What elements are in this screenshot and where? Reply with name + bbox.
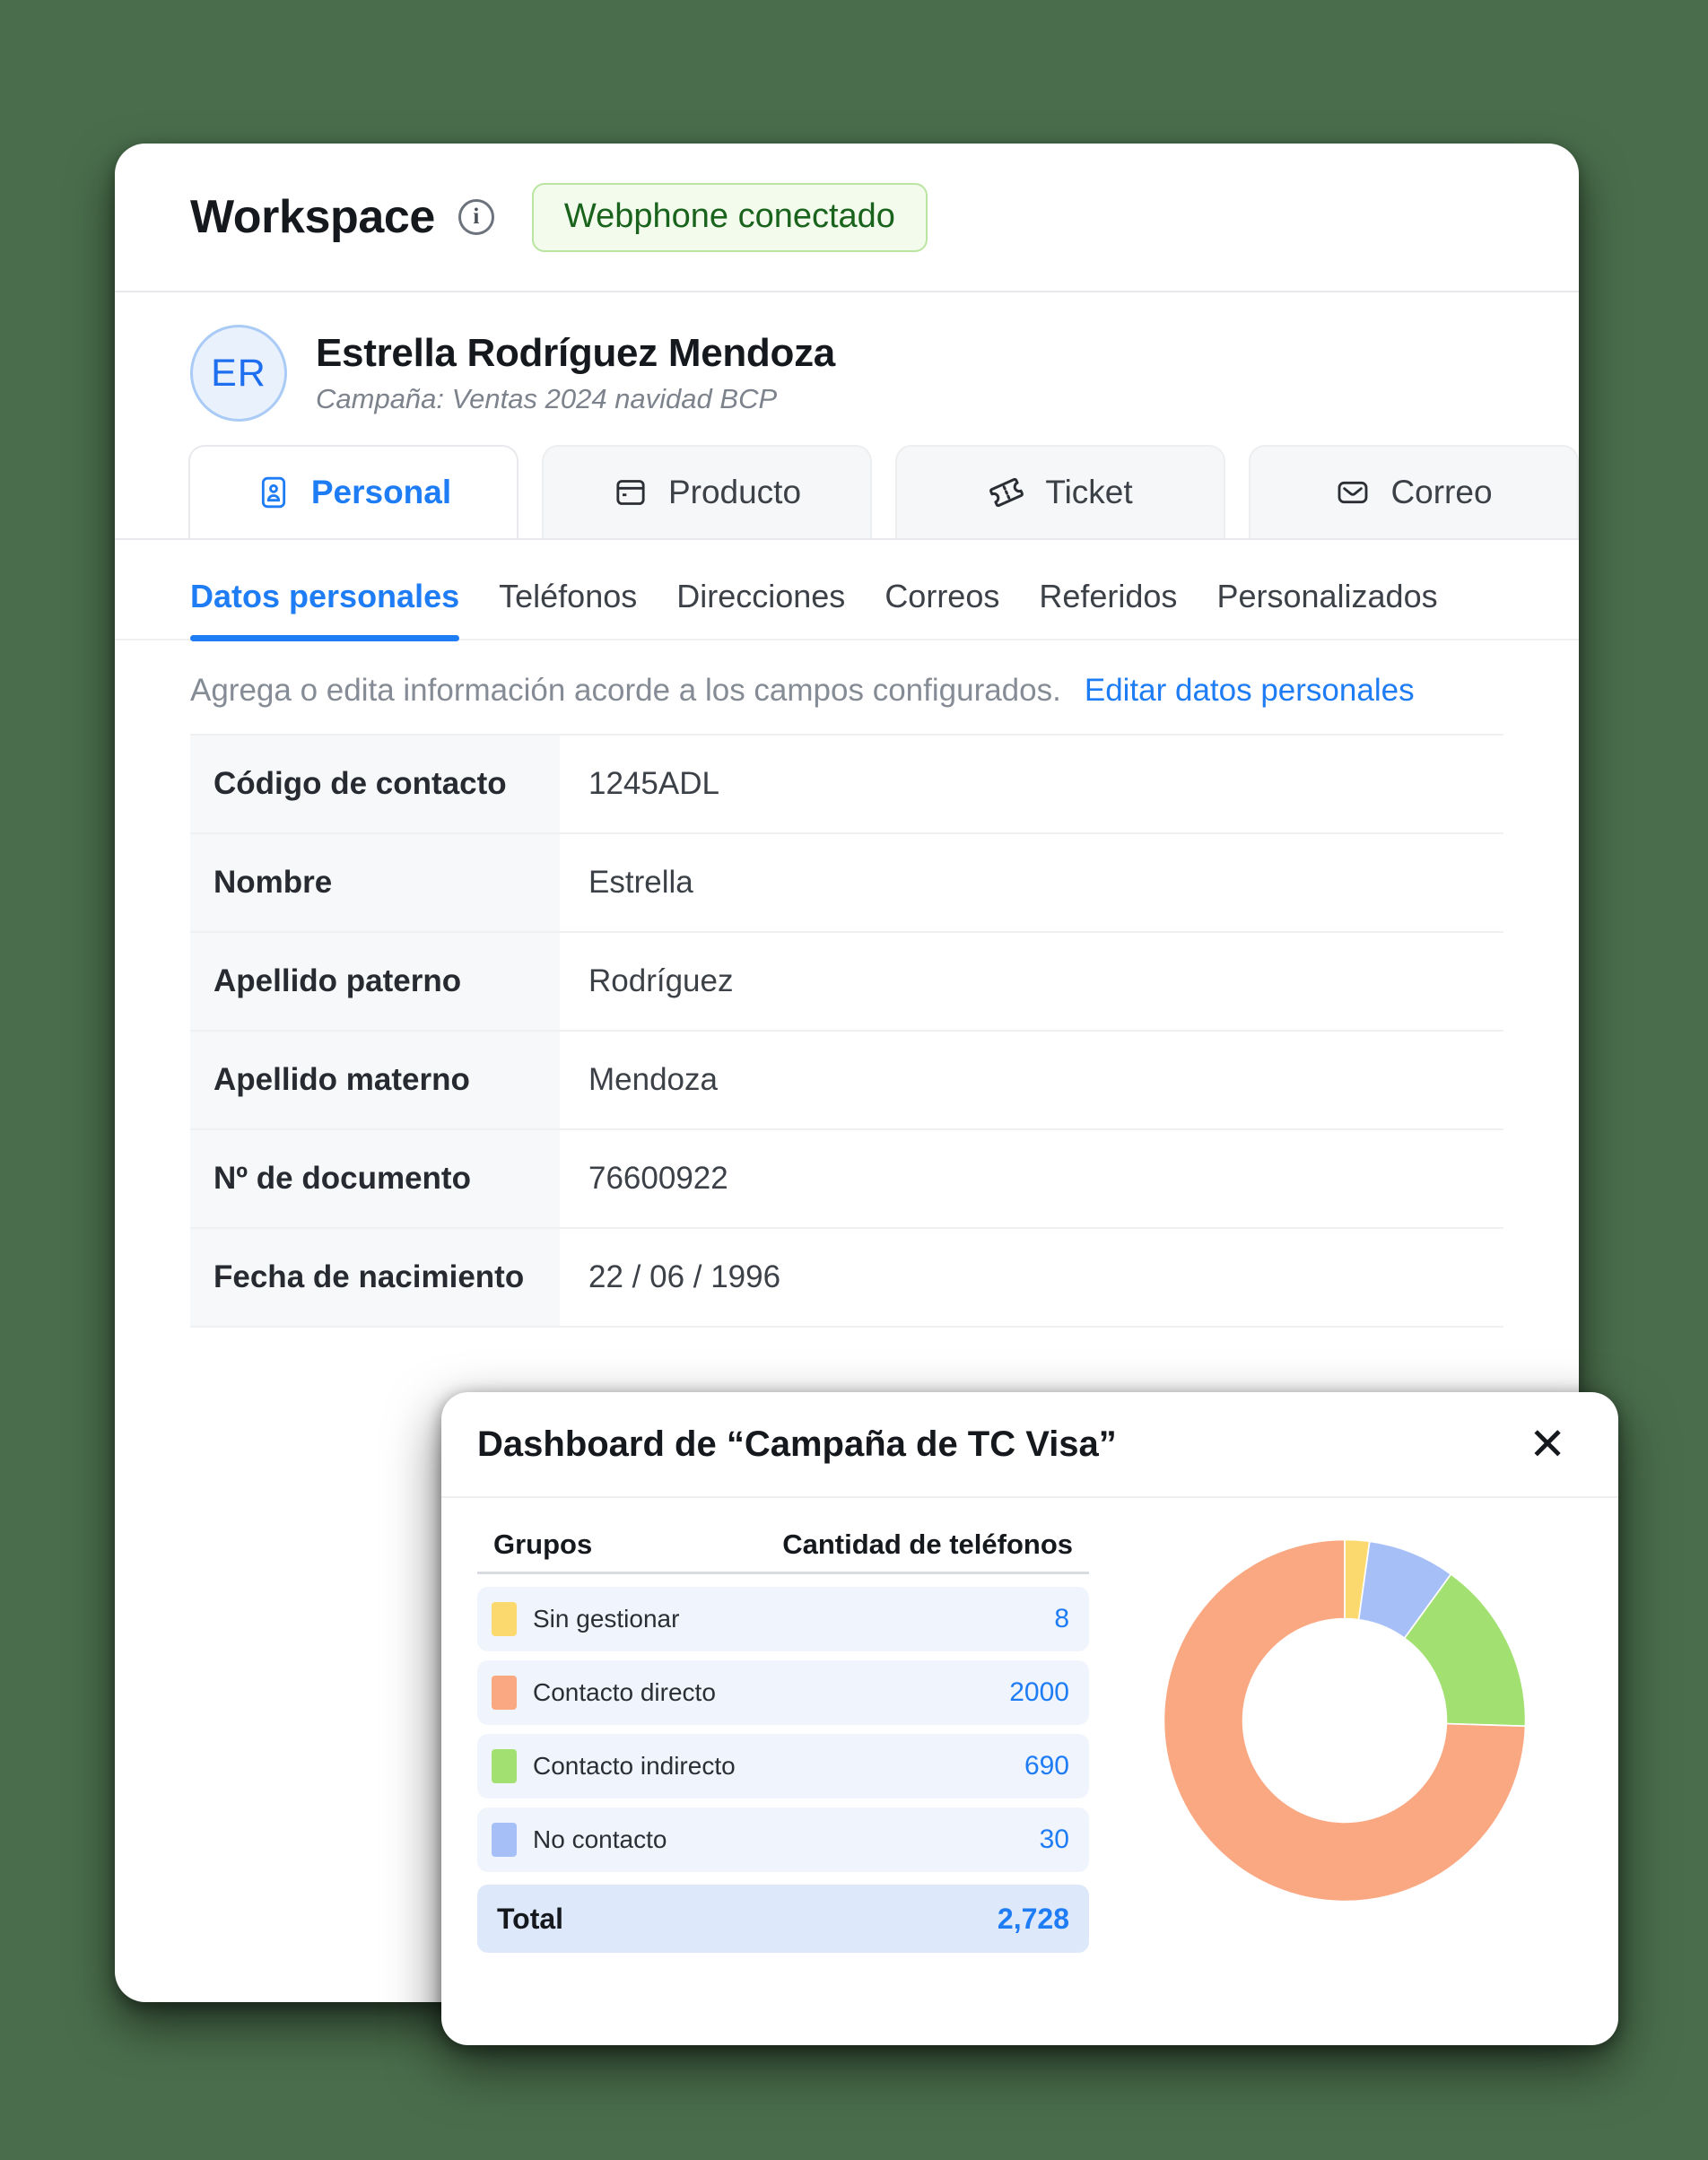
field-label: Código de contacto (190, 736, 560, 832)
sub-tabs: Datos personales Teléfonos Direcciones C… (115, 540, 1579, 640)
subtab-correos[interactable]: Correos (884, 578, 999, 639)
screen: Workspace i Webphone conectado ER Estrel… (0, 0, 1708, 2160)
table-row: Apellido materno Mendoza (190, 1032, 1503, 1130)
field-value: 76600922 (560, 1130, 1503, 1227)
subtab-direcciones[interactable]: Direcciones (676, 578, 845, 639)
legend-entry: Sin gestionar (492, 1602, 679, 1636)
legend-swatch-icon (492, 1749, 517, 1783)
legend-entry: Contacto directo (492, 1676, 716, 1710)
ticket-icon (988, 474, 1025, 511)
legend-entry: Contacto indirecto (492, 1749, 736, 1783)
field-value: Rodríguez (560, 933, 1503, 1030)
field-label: Fecha de nacimiento (190, 1229, 560, 1326)
legend-swatch-icon (492, 1823, 517, 1857)
total-row: Total 2,728 (477, 1885, 1089, 1953)
section-tabs: Personal Producto (115, 445, 1579, 540)
tab-correo[interactable]: Correo (1249, 445, 1579, 538)
status-badge-webphone[interactable]: Webphone conectado (532, 183, 928, 252)
legend-value: 2000 (1009, 1677, 1069, 1708)
field-label: Nombre (190, 834, 560, 931)
table-row: Código de contacto 1245ADL (190, 736, 1503, 834)
tab-producto[interactable]: Producto (542, 445, 872, 538)
field-value: Estrella (560, 834, 1503, 931)
legend-swatch-icon (492, 1602, 517, 1636)
donut-chart-svg (1156, 1532, 1533, 1909)
dashboard-title: Dashboard de “Campaña de TC Visa” (477, 1424, 1117, 1465)
info-icon[interactable]: i (458, 199, 494, 235)
envelope-icon (1335, 475, 1371, 510)
app-topbar: Workspace i Webphone conectado (115, 144, 1579, 292)
close-icon[interactable]: ✕ (1520, 1416, 1575, 1472)
table-row: Nombre Estrella (190, 834, 1503, 933)
edit-personal-data-link[interactable]: Editar datos personales (1085, 673, 1415, 709)
tab-personal-label: Personal (311, 474, 451, 511)
avatar: ER (190, 325, 287, 422)
tab-ticket-label: Ticket (1045, 474, 1132, 511)
groups-table-header: Grupos Cantidad de teléfonos (477, 1529, 1089, 1574)
table-row: Nº de documento 76600922 (190, 1130, 1503, 1229)
contact-identity: Estrella Rodríguez Mendoza Campaña: Vent… (316, 331, 835, 415)
legend-label: Contacto indirecto (533, 1752, 736, 1781)
list-item[interactable]: Contacto directo 2000 (477, 1660, 1089, 1725)
dashboard-modal: Dashboard de “Campaña de TC Visa” ✕ Grup… (441, 1392, 1618, 2045)
tab-ticket[interactable]: Ticket (895, 445, 1225, 538)
legend-label: No contacto (533, 1825, 667, 1854)
total-label: Total (497, 1903, 563, 1936)
tab-correo-label: Correo (1390, 474, 1492, 511)
legend-swatch-icon (492, 1676, 517, 1710)
legend-entry: No contacto (492, 1823, 667, 1857)
page-title: Workspace (190, 190, 435, 244)
field-label: Nº de documento (190, 1130, 560, 1227)
field-value: 1245ADL (560, 736, 1503, 832)
legend-label: Sin gestionar (533, 1605, 679, 1633)
contact-campaign: Campaña: Ventas 2024 navidad BCP (316, 383, 835, 415)
legend-value: 30 (1040, 1825, 1069, 1855)
tab-personal[interactable]: Personal (188, 445, 518, 538)
field-label: Apellido paterno (190, 933, 560, 1030)
list-item[interactable]: Contacto indirecto 690 (477, 1734, 1089, 1799)
legend-label: Contacto directo (533, 1678, 716, 1707)
subtab-referidos[interactable]: Referidos (1039, 578, 1177, 639)
legend-value: 8 (1054, 1604, 1069, 1634)
hint-row: Agrega o edita información acorde a los … (115, 640, 1579, 734)
list-item[interactable]: Sin gestionar 8 (477, 1587, 1089, 1651)
tab-producto-label: Producto (668, 474, 801, 511)
field-label: Apellido materno (190, 1032, 560, 1128)
subtab-datos-personales[interactable]: Datos personales (190, 578, 459, 639)
subtab-personalizados[interactable]: Personalizados (1216, 578, 1437, 639)
dashboard-body: Grupos Cantidad de teléfonos Sin gestion… (441, 1498, 1618, 1962)
field-value: Mendoza (560, 1032, 1503, 1128)
contact-card-icon (256, 475, 292, 510)
dashboard-modal-header: Dashboard de “Campaña de TC Visa” ✕ (441, 1392, 1618, 1498)
field-value: 22 / 06 / 1996 (560, 1229, 1503, 1326)
legend-value: 690 (1024, 1751, 1069, 1781)
list-item[interactable]: No contacto 30 (477, 1807, 1089, 1872)
total-value: 2,728 (998, 1903, 1069, 1936)
table-row: Fecha de nacimiento 22 / 06 / 1996 (190, 1229, 1503, 1328)
contact-name: Estrella Rodríguez Mendoza (316, 331, 835, 376)
contact-header: ER Estrella Rodríguez Mendoza Campaña: V… (115, 292, 1579, 445)
column-header-cantidad: Cantidad de teléfonos (782, 1529, 1073, 1561)
donut-chart (1107, 1529, 1582, 1962)
wallet-icon (613, 475, 649, 510)
column-header-grupos: Grupos (493, 1529, 592, 1561)
personal-data-table: Código de contacto 1245ADL Nombre Estrel… (190, 734, 1503, 1328)
subtab-telefonos[interactable]: Teléfonos (499, 578, 637, 639)
groups-table: Grupos Cantidad de teléfonos Sin gestion… (477, 1529, 1089, 1962)
hint-text: Agrega o edita información acorde a los … (190, 673, 1061, 709)
table-row: Apellido paterno Rodríguez (190, 933, 1503, 1032)
